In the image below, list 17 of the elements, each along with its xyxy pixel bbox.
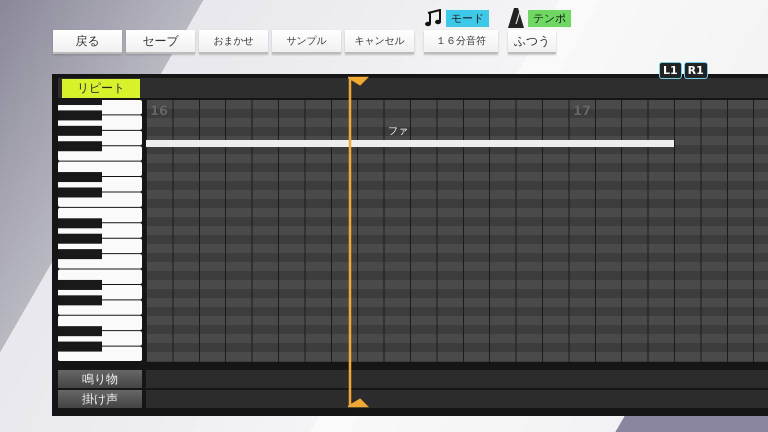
setting-value-button[interactable]: ふつう bbox=[508, 30, 556, 54]
toolbar-button[interactable]: セーブ bbox=[126, 30, 195, 54]
setting-label: モード bbox=[446, 10, 489, 26]
track-label: 鳴り物 bbox=[58, 370, 142, 388]
setting-label: テンポ bbox=[528, 10, 571, 26]
shoulder-button-label[interactable]: L1 bbox=[659, 62, 682, 79]
toolbar-button[interactable]: おまかせ bbox=[199, 30, 268, 54]
toolbar-button[interactable]: キャンセル bbox=[345, 30, 414, 54]
track-label: 掛け声 bbox=[58, 390, 142, 408]
metronome-icon bbox=[508, 8, 524, 28]
toolbar-button[interactable]: サンプル bbox=[272, 30, 341, 54]
toolbar-button[interactable]: 戻る bbox=[53, 30, 122, 54]
shoulder-button-label[interactable]: R1 bbox=[684, 62, 708, 79]
repeat-label[interactable]: リピート bbox=[62, 78, 140, 98]
setting-value-button[interactable]: １６分音符 bbox=[424, 30, 498, 54]
note-label: ファ bbox=[388, 125, 408, 138]
music-note-icon bbox=[424, 9, 442, 27]
